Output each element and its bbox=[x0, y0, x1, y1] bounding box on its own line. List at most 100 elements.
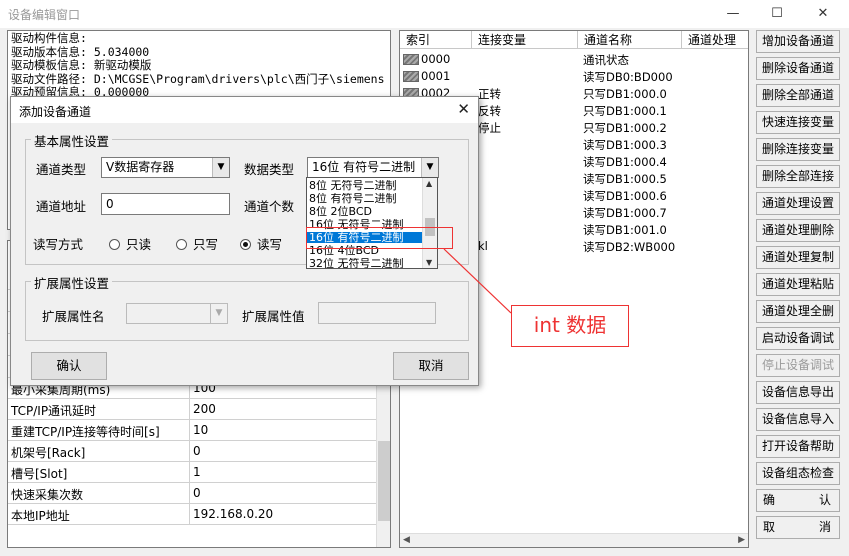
import-info-button[interactable]: 设备信息导入 bbox=[756, 408, 840, 431]
delete-connect-button[interactable]: 删除连接变量 bbox=[756, 138, 840, 161]
delete-all-channels-button[interactable]: 删除全部通道 bbox=[756, 84, 840, 107]
chevron-down-icon[interactable]: ▼ bbox=[421, 158, 438, 177]
channel-table-hscrollbar[interactable]: ◀ ▶ bbox=[400, 533, 748, 547]
property-value: 200 bbox=[193, 402, 216, 416]
channel-proc-copy-button[interactable]: 通道处理复制 bbox=[756, 246, 840, 269]
start-debug-button[interactable]: 启动设备调试 bbox=[756, 327, 840, 350]
scroll-left-icon[interactable]: ◀ bbox=[403, 535, 410, 545]
ok-button[interactable]: 确认 bbox=[756, 489, 840, 512]
data-type-label: 数据类型 bbox=[244, 162, 295, 177]
dialog-title: 添加设备通道 bbox=[19, 105, 92, 119]
stop-debug-button[interactable]: 停止设备调试 bbox=[756, 354, 840, 377]
data-type-dropdown-list[interactable]: 8位 无符号二进制 8位 有符号二进制 8位 2位BCD 16位 无符号二进制 … bbox=[306, 177, 438, 269]
table-row[interactable]: 0001 读写DB0:BD000 bbox=[400, 68, 748, 85]
column-header-variable[interactable]: 连接变量 bbox=[472, 31, 578, 49]
delete-all-connect-button[interactable]: 删除全部连接 bbox=[756, 165, 840, 188]
scroll-down-icon[interactable]: ▼ bbox=[426, 258, 432, 267]
channel-variable: kl bbox=[478, 239, 488, 253]
scroll-up-icon[interactable]: ▲ bbox=[426, 179, 432, 188]
channel-proc-paste-button[interactable]: 通道处理粘贴 bbox=[756, 273, 840, 296]
radio-icon[interactable] bbox=[109, 239, 120, 250]
channel-name: 只写DB1:000.0 bbox=[583, 87, 667, 101]
property-value: 0 bbox=[193, 444, 201, 458]
quick-connect-button[interactable]: 快速连接变量 bbox=[756, 111, 840, 134]
channel-name: 读写DB2:WB000 bbox=[583, 240, 676, 254]
read-write-label: 读写方式 bbox=[33, 237, 84, 252]
property-key: 快速采集次数 bbox=[11, 488, 84, 502]
channel-name: 读写DB1:000.4 bbox=[583, 155, 667, 169]
radio-icon[interactable] bbox=[176, 239, 187, 250]
maximize-icon[interactable]: ☐ bbox=[767, 4, 787, 24]
channel-proc-delete-button[interactable]: 通道处理删除 bbox=[756, 219, 840, 242]
delete-channel-button[interactable]: 删除设备通道 bbox=[756, 57, 840, 80]
channel-proc-delete-all-button[interactable]: 通道处理全删 bbox=[756, 300, 840, 323]
ext-value-label: 扩展属性值 bbox=[242, 309, 305, 324]
title-bar: 设备编辑窗口 — ☐ ✕ bbox=[0, 0, 849, 28]
channel-address-input[interactable]: 0 bbox=[101, 193, 230, 215]
channel-count-label: 通道个数 bbox=[244, 199, 295, 214]
dialog-ok-button[interactable]: 确认 bbox=[31, 352, 107, 380]
ext-name-label: 扩展属性名 bbox=[42, 309, 105, 324]
table-row[interactable]: TCP/IP通讯延时 200 bbox=[8, 399, 378, 420]
radio-write-only[interactable]: 只写 bbox=[176, 234, 218, 253]
table-row[interactable]: 0000 通讯状态 bbox=[400, 51, 748, 68]
close-icon[interactable]: ✕ bbox=[457, 100, 470, 118]
channel-variable: 反转 bbox=[478, 104, 501, 118]
dropdown-option[interactable]: 32位 无符号二进制 bbox=[307, 258, 423, 268]
basic-properties-label: 基本属性设置 bbox=[31, 131, 113, 150]
dropdown-option[interactable]: 8位 2位BCD bbox=[307, 206, 423, 217]
export-info-button[interactable]: 设备信息导出 bbox=[756, 381, 840, 404]
open-help-button[interactable]: 打开设备帮助 bbox=[756, 435, 840, 458]
close-icon[interactable]: ✕ bbox=[813, 4, 833, 24]
ext-value-input[interactable] bbox=[318, 302, 436, 324]
data-type-select[interactable]: 16位 有符号二进制 ▼ bbox=[307, 157, 439, 178]
radio-checked-icon[interactable] bbox=[240, 239, 251, 250]
channel-name: 读写DB1:000.7 bbox=[583, 206, 667, 220]
channel-variable: 停止 bbox=[478, 121, 501, 135]
property-value: 0 bbox=[193, 486, 201, 500]
config-check-button[interactable]: 设备组态检查 bbox=[756, 462, 840, 485]
dialog-cancel-button[interactable]: 取消 bbox=[393, 352, 469, 380]
highlight-rectangle bbox=[306, 227, 453, 249]
dropdown-scrollbar[interactable]: ▲ ▼ bbox=[422, 178, 437, 268]
scroll-right-icon[interactable]: ▶ bbox=[738, 535, 745, 545]
radio-read-write-label: 读写 bbox=[257, 237, 283, 252]
dropdown-option[interactable]: 8位 有符号二进制 bbox=[307, 193, 423, 204]
column-header-processing[interactable]: 通道处理 bbox=[682, 31, 748, 49]
channel-name: 读写DB1:000.6 bbox=[583, 189, 667, 203]
channel-proc-set-button[interactable]: 通道处理设置 bbox=[756, 192, 840, 215]
property-value: 10 bbox=[193, 423, 209, 437]
column-header-index[interactable]: 索引 bbox=[400, 31, 472, 49]
scrollbar-thumb[interactable] bbox=[378, 441, 390, 521]
table-row[interactable]: 快速采集次数 0 bbox=[8, 483, 378, 504]
table-row[interactable]: 槽号[Slot] 1 bbox=[8, 462, 378, 483]
ext-name-select[interactable]: ▼ bbox=[126, 303, 228, 324]
channel-name: 读写DB1:000.3 bbox=[583, 138, 667, 152]
column-header-name[interactable]: 通道名称 bbox=[578, 31, 682, 49]
cancel-button[interactable]: 取消 bbox=[756, 516, 840, 539]
table-row[interactable]: 重建TCP/IP连接等待时间[s] 10 bbox=[8, 420, 378, 441]
channel-address-label: 通道地址 bbox=[36, 199, 87, 214]
property-key: 重建TCP/IP连接等待时间[s] bbox=[11, 425, 160, 439]
add-channel-button[interactable]: 增加设备通道 bbox=[756, 30, 840, 53]
radio-read-only[interactable]: 只读 bbox=[109, 234, 151, 253]
dropdown-option[interactable]: 8位 无符号二进制 bbox=[307, 180, 423, 191]
window-title: 设备编辑窗口 bbox=[8, 8, 81, 22]
channel-name: 通讯状态 bbox=[583, 53, 629, 67]
property-key: 机架号[Rack] bbox=[11, 446, 86, 460]
ok-label-right: 认 bbox=[818, 493, 831, 507]
radio-write-only-label: 只写 bbox=[193, 237, 219, 252]
channel-variable: 正转 bbox=[478, 87, 501, 101]
chevron-down-icon[interactable]: ▼ bbox=[212, 158, 229, 177]
radio-read-write[interactable]: 读写 bbox=[240, 234, 282, 253]
channel-icon bbox=[403, 71, 419, 82]
channel-type-label: 通道类型 bbox=[36, 162, 87, 177]
table-row[interactable]: 本地IP地址 192.168.0.20 bbox=[8, 504, 378, 525]
property-key: 本地IP地址 bbox=[11, 509, 70, 523]
chevron-down-icon[interactable]: ▼ bbox=[210, 304, 227, 323]
table-row[interactable]: 机架号[Rack] 0 bbox=[8, 441, 378, 462]
channel-name: 只写DB1:000.1 bbox=[583, 104, 667, 118]
minimize-icon[interactable]: — bbox=[723, 4, 743, 24]
channel-type-select[interactable]: V数据寄存器 ▼ bbox=[101, 157, 230, 178]
extended-properties-label: 扩展属性设置 bbox=[31, 273, 113, 292]
